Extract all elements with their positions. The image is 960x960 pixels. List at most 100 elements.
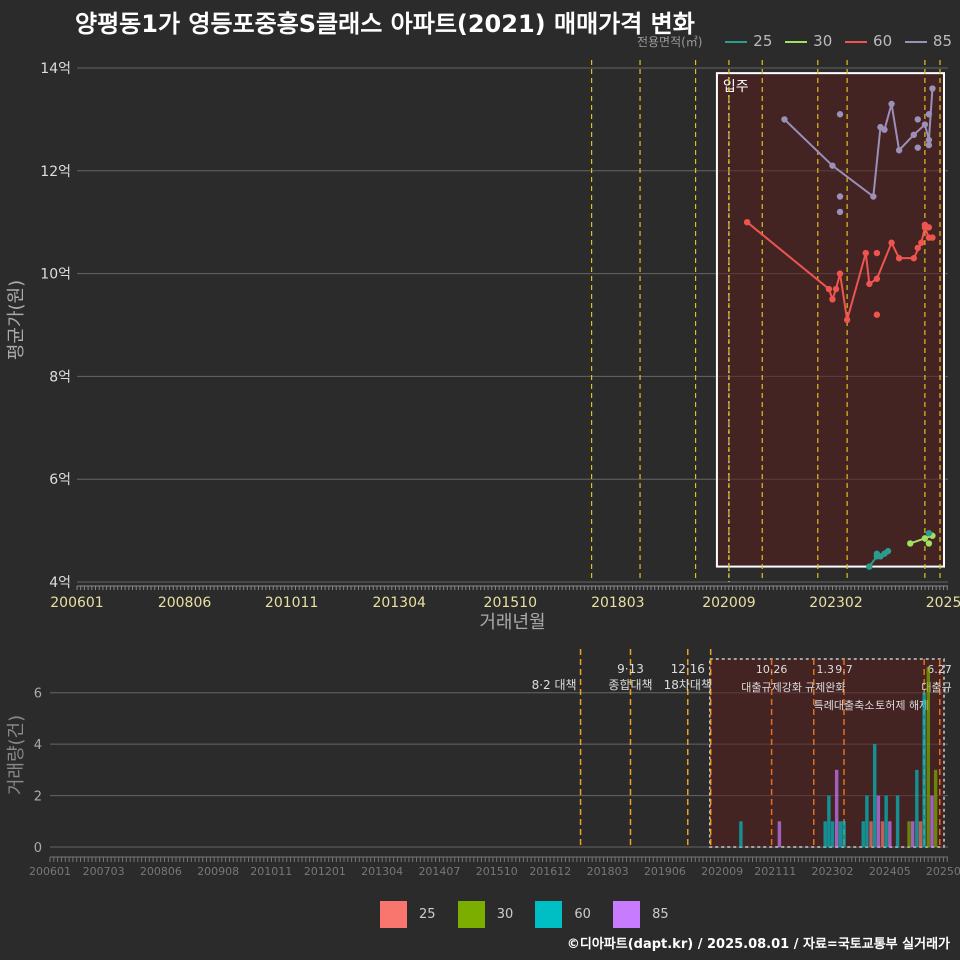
volume-x-tick-label: 201803 <box>587 865 629 878</box>
volume-bar-25 <box>869 821 873 847</box>
data-point-30 <box>925 540 933 547</box>
volume-bar-60 <box>884 795 888 847</box>
volume-bar-60 <box>895 795 900 847</box>
volume-bar-25 <box>880 821 885 847</box>
volume-bar-85 <box>888 821 892 847</box>
data-point-30 <box>907 540 914 547</box>
data-point-85 <box>829 162 836 169</box>
price-y-tick-label: 10억 <box>40 267 71 283</box>
price-x-tick-label: 200601 <box>50 595 103 611</box>
volume-bar-60 <box>872 744 877 847</box>
swatch-60 <box>535 901 563 928</box>
data-point-85 <box>914 144 921 151</box>
swatch-85 <box>613 901 641 928</box>
volume-x-tick-label: 202111 <box>754 865 796 878</box>
price-x-tick-label: 202009 <box>702 595 755 611</box>
data-point-60 <box>914 244 921 252</box>
volume-y-tick-label: 4 <box>34 738 42 753</box>
data-point-85 <box>925 141 933 149</box>
data-point-85 <box>836 111 844 118</box>
data-point-30 <box>921 535 929 542</box>
policy-annotation: 대출규 <box>921 681 951 694</box>
data-point-60 <box>929 234 936 241</box>
occupancy-box <box>715 72 946 568</box>
volume-x-tick-label: 202405 <box>869 865 911 878</box>
price-x-tick-label: 202302 <box>809 595 862 611</box>
volume-y-axis-label: 거래량(건) <box>6 715 27 795</box>
source-credit: ©디아파트(dapt.kr) / 2025.08.01 / 자료=국토교통부 실… <box>566 937 950 952</box>
data-point-60 <box>925 224 933 231</box>
price-x-tick-label: 2025 <box>926 595 960 611</box>
price-y-tick-label: 6억 <box>49 472 71 488</box>
data-point-85 <box>925 111 933 118</box>
data-point-25 <box>866 563 873 570</box>
volume-x-tick-label: 200703 <box>83 865 125 878</box>
data-point-85 <box>881 126 888 133</box>
policy-annotation: 종합대책 <box>608 677 652 692</box>
volume-x-tick-label: 201612 <box>529 865 571 878</box>
policy-annotation: 규제완화 <box>805 681 845 694</box>
volume-bar-60 <box>865 795 869 847</box>
data-point-60 <box>873 311 881 318</box>
volume-x-tick-label: 201510 <box>476 865 518 878</box>
data-point-85 <box>836 208 844 216</box>
swatch-25 <box>380 901 407 928</box>
data-point-60 <box>862 249 869 257</box>
policy-annotation: 10.26 <box>756 663 788 676</box>
data-point-85 <box>914 116 921 123</box>
policy-annotation: 대출규제강화 <box>741 681 802 694</box>
data-point-85 <box>836 193 844 200</box>
data-point-60 <box>832 285 840 293</box>
volume-y-tick-label: 6 <box>34 687 42 702</box>
volume-bar-60 <box>838 821 843 847</box>
policy-annotation: 18차대책 <box>664 677 712 692</box>
data-point-60 <box>910 254 917 262</box>
volume-legend-30: 30 <box>457 901 513 928</box>
volume-x-tick-label: 200806 <box>140 865 182 878</box>
policy-annotation: 9.7 <box>835 663 853 676</box>
volume-x-tick-label: 201407 <box>418 865 460 878</box>
price-y-tick-label: 12억 <box>40 164 71 180</box>
volume-x-tick-label: 202302 <box>812 865 854 878</box>
volume-y-tick-label: 2 <box>34 790 42 805</box>
volume-x-tick-label: 201011 <box>250 865 292 878</box>
price-x-tick-label: 201304 <box>372 595 426 611</box>
policy-annotation: 토허제 해제 <box>875 698 929 712</box>
volume-bar-85 <box>777 821 782 847</box>
data-point-60 <box>888 239 895 246</box>
volume-y-tick-label: 0 <box>34 841 42 856</box>
volume-legend: 25 30 60 85 <box>380 901 687 928</box>
volume-bar-60 <box>827 795 831 847</box>
volume-chart: 0 2 4 6 거래량(건) 8·2 대책 9·13종합대책 12·1618차대책 10.26 대… <box>6 649 960 878</box>
volume-bar-30 <box>933 769 938 847</box>
volume-x-tick-label: 20250 <box>926 865 960 878</box>
volume-bar-60 <box>915 769 919 847</box>
price-y-tick-label: 8억 <box>49 369 71 385</box>
data-point-60 <box>743 219 751 226</box>
occupancy-label: 입주 <box>723 79 749 95</box>
data-point-25 <box>873 550 881 557</box>
price-x-tick-label: 201510 <box>484 595 537 611</box>
volume-bar-60 <box>922 692 926 847</box>
data-point-60 <box>843 316 851 324</box>
volume-bar-60 <box>739 821 743 847</box>
data-point-85 <box>910 131 917 139</box>
volume-x-tick-label: 202009 <box>701 865 743 878</box>
data-point-60 <box>873 275 881 282</box>
volume-x-tick-label: 201201 <box>304 865 346 878</box>
data-point-85 <box>929 85 936 92</box>
data-point-60 <box>836 270 844 277</box>
data-point-85 <box>781 116 788 123</box>
price-y-tick-label: 14억 <box>40 61 71 77</box>
price-chart: 4억 6억 8억 10억 12억 14억 200601 200806 201011 201304 2… <box>6 58 960 633</box>
volume-x-tick-label: 200908 <box>197 865 239 878</box>
volume-bar-60 <box>861 821 865 847</box>
policy-annotation: 8·2 대책 <box>532 677 577 692</box>
volume-bar-30 <box>926 667 931 847</box>
volume-bar-30 <box>907 821 911 847</box>
price-x-tick-label: 201803 <box>591 595 644 611</box>
data-point-60 <box>825 285 833 293</box>
price-x-tick-label: 200806 <box>158 595 212 611</box>
data-point-85 <box>921 121 929 128</box>
policy-annotation: 9·13 <box>617 662 644 676</box>
